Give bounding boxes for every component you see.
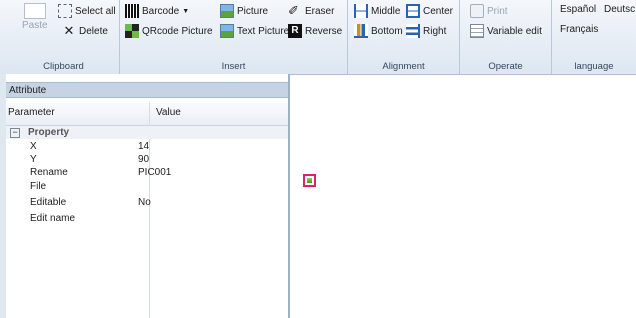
alignment-group-label: Alignment (382, 61, 425, 72)
bottom-button[interactable]: Bottom (354, 24, 403, 38)
operate-group-label: Operate (488, 61, 523, 72)
deutsch-button[interactable]: Deutsc (604, 4, 635, 15)
table-row[interactable]: Y 90 (6, 153, 288, 166)
value-column-header[interactable]: Value (156, 107, 181, 118)
qrcode-icon (125, 24, 139, 38)
collapse-icon[interactable]: − (10, 128, 20, 138)
insert-group: Barcode ▼ QRcode Picture Picture Text Pi… (120, 0, 348, 74)
align-middle-icon (354, 4, 368, 18)
delete-x-icon: ✕ (63, 23, 75, 38)
variable-edit-button[interactable]: Variable edit (470, 24, 542, 38)
barcode-button[interactable]: Barcode ▼ (125, 4, 189, 18)
picture-button[interactable]: Picture (220, 4, 268, 18)
print-icon (470, 4, 484, 18)
middle-button[interactable]: Middle (354, 4, 400, 18)
category-label: Property (28, 127, 70, 138)
attribute-panel: Attribute Parameter Value − Property X 1… (6, 74, 290, 318)
align-center-icon (406, 4, 420, 18)
print-button[interactable]: Print (470, 4, 508, 18)
eraser-button[interactable]: ✐ Eraser (288, 4, 334, 18)
center-button[interactable]: Center (406, 4, 453, 18)
param-name: Y (30, 154, 37, 165)
delete-button[interactable]: ✕ Delete (62, 24, 108, 38)
select-all-button[interactable]: Select all (58, 4, 116, 18)
grid-header: Parameter Value (6, 102, 288, 126)
param-value[interactable]: No (138, 196, 151, 209)
barcode-icon (125, 4, 139, 18)
param-name: Edit name (30, 213, 76, 224)
language-group: Español Deutsc Français language (552, 0, 636, 74)
clipboard-group: Paste Select all ✕ Delete Clipboard (8, 0, 120, 74)
text-picture-icon (220, 24, 234, 38)
ribbon-toolbar: Paste Select all ✕ Delete Clipboard Barc… (0, 0, 636, 75)
espanol-button[interactable]: Español (560, 4, 596, 15)
text-picture-button[interactable]: Text Picture (220, 24, 289, 38)
picture-icon (220, 4, 234, 18)
operate-group: Print Variable edit Operate (460, 0, 552, 74)
table-row[interactable]: File (6, 180, 288, 193)
variable-edit-icon (470, 24, 484, 38)
insert-group-label: Insert (221, 61, 246, 72)
alignment-group: Middle Center Bottom Right Alignment (348, 0, 460, 74)
table-row[interactable]: Rename PIC001 (6, 166, 288, 179)
table-row[interactable]: X 14 (6, 140, 288, 153)
select-all-icon (58, 4, 72, 18)
qrcode-picture-button[interactable]: QRcode Picture (125, 24, 213, 38)
reverse-button[interactable]: R Reverse (288, 24, 342, 38)
property-category-row[interactable]: − Property (6, 126, 288, 139)
align-bottom-icon (354, 24, 368, 38)
param-name: Editable (30, 197, 67, 208)
francais-button[interactable]: Français (560, 24, 598, 35)
param-name: File (30, 181, 47, 192)
param-value[interactable]: 90 (138, 153, 149, 166)
label-canvas[interactable] (292, 84, 636, 318)
table-row[interactable]: Editable No (6, 196, 288, 209)
paste-icon (23, 3, 46, 19)
param-value[interactable]: 14 (138, 140, 149, 153)
right-button[interactable]: Right (406, 24, 446, 38)
param-name: Rename (30, 167, 68, 178)
eraser-icon: ✐ (288, 3, 299, 18)
parameter-column-header[interactable]: Parameter (8, 107, 55, 118)
language-group-label: language (574, 61, 614, 72)
param-name: X (30, 141, 37, 152)
paste-button[interactable]: Paste (22, 3, 48, 31)
chevron-down-icon: ▼ (182, 7, 190, 15)
panel-title: Attribute (6, 82, 288, 98)
clipboard-group-label: Clipboard (43, 61, 84, 72)
reverse-icon: R (288, 24, 302, 38)
param-value[interactable]: PIC001 (138, 166, 171, 179)
selected-picture-object[interactable] (303, 174, 316, 187)
align-right-icon (406, 24, 420, 38)
table-row[interactable]: Edit name (6, 212, 288, 225)
